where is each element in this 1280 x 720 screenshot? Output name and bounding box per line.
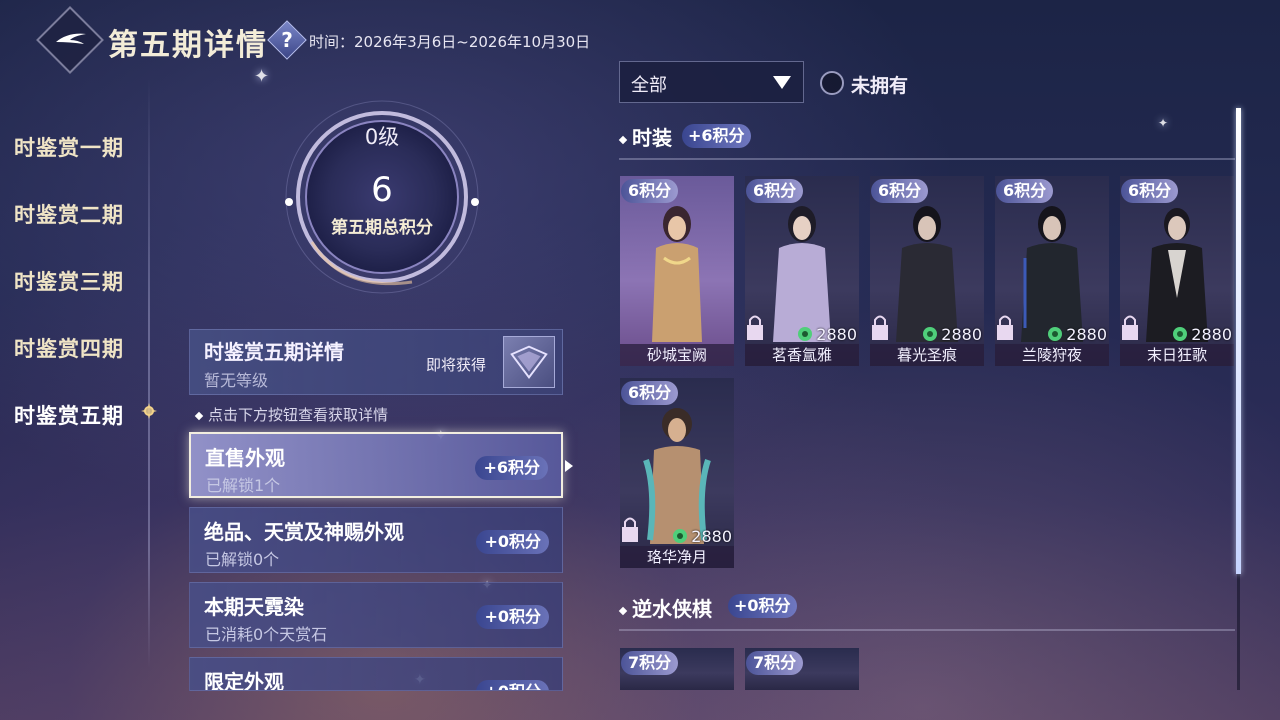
- sparkle-icon: ✦: [254, 66, 270, 87]
- outfit-card[interactable]: 6积分 2880 珞华净月: [620, 378, 734, 568]
- outfit-card[interactable]: 6积分 2880 末日狂歌: [1120, 176, 1234, 366]
- nav-item-period-3[interactable]: 时鉴赏三期: [14, 266, 124, 296]
- category-sub: 已解锁1个: [206, 476, 281, 495]
- category-title: 限定外观: [204, 670, 284, 691]
- section-points: +0积分: [728, 594, 797, 618]
- category-points: +0积分: [476, 530, 549, 554]
- detail-level-text: 暂无等级: [204, 371, 269, 390]
- nav-item-period-4[interactable]: 时鉴赏四期: [14, 333, 124, 363]
- section-divider: [619, 629, 1235, 631]
- selected-arrow-icon: [565, 460, 573, 472]
- nav-item-period-5[interactable]: 时鉴赏五期: [14, 400, 124, 430]
- item-name: 珞华净月: [620, 546, 734, 568]
- item-price: 2880: [1047, 324, 1107, 344]
- total-score-value: 6: [371, 170, 393, 210]
- outfit-card[interactable]: 6积分 砂城宝阙: [620, 176, 734, 366]
- category-sub: 已消耗0个天赏石: [205, 625, 328, 644]
- item-points-badge: 6积分: [621, 179, 679, 203]
- item-name: 茗香氲雅: [745, 344, 859, 366]
- unowned-radio[interactable]: [820, 71, 844, 95]
- jade-coin-icon: [798, 327, 813, 341]
- category-title: 直售外观: [205, 446, 285, 470]
- scrollbar-thumb[interactable]: [1236, 108, 1241, 574]
- outfit-card[interactable]: 6积分 2880 茗香氲雅: [745, 176, 859, 366]
- question-mark-icon: ?: [281, 28, 293, 52]
- jade-coin-icon: [673, 529, 688, 543]
- jade-coin-icon: [1173, 327, 1188, 341]
- lock-icon: [747, 315, 763, 340]
- chess-item-card[interactable]: 7积分: [745, 648, 859, 690]
- category-dye[interactable]: 本期天霓染 已消耗0个天赏石 +0积分: [189, 582, 563, 648]
- character-figure-icon: [1146, 208, 1208, 342]
- category-premium[interactable]: 绝品、天赏及神赐外观 已解锁0个 +0积分: [189, 507, 563, 573]
- jade-coin-icon: [1048, 327, 1063, 341]
- item-name: 砂城宝阙: [620, 344, 734, 366]
- item-points-badge: 7积分: [621, 651, 679, 675]
- unowned-label: 未拥有: [851, 75, 909, 97]
- item-points-badge: 7积分: [746, 651, 804, 675]
- active-swirl-icon: [141, 403, 157, 419]
- dropdown-caret-icon: [773, 76, 791, 89]
- nav-item-period-2[interactable]: 时鉴赏二期: [14, 199, 124, 229]
- item-points-badge: 6积分: [621, 381, 679, 405]
- item-price: 2880: [797, 324, 857, 344]
- item-points-badge: 6积分: [746, 179, 804, 203]
- item-name: 暮光圣痕: [870, 344, 984, 366]
- filter-selected-label: 全部: [631, 75, 667, 96]
- nav-item-period-1[interactable]: 时鉴赏一期: [14, 132, 124, 162]
- character-figure-icon: [1021, 206, 1083, 342]
- hint-text: 点击下方按钮查看获取详情: [194, 404, 388, 425]
- jade-coin-icon: [923, 327, 938, 341]
- lock-icon: [997, 315, 1013, 340]
- level-text: 0级: [364, 125, 400, 149]
- section-title: 逆水侠棋: [618, 593, 712, 622]
- item-points-badge: 6积分: [871, 179, 929, 203]
- category-points: +0积分: [476, 680, 549, 690]
- character-figure-icon: [773, 206, 831, 342]
- item-name: 兰陵狩夜: [995, 344, 1109, 366]
- nav-divider: [148, 78, 150, 668]
- outfit-card[interactable]: 6积分 2880 暮光圣痕: [870, 176, 984, 366]
- character-figure-icon: [652, 206, 702, 342]
- category-title: 绝品、天赏及神赐外观: [204, 520, 404, 544]
- category-sub: 已解锁0个: [205, 550, 280, 569]
- character-figure-icon: [896, 206, 958, 342]
- outfit-card[interactable]: 6积分 2880 兰陵狩夜: [995, 176, 1109, 366]
- item-points-badge: 6积分: [996, 179, 1054, 203]
- character-figure-icon: [643, 408, 711, 544]
- lock-icon: [872, 315, 888, 340]
- item-price: 2880: [1172, 324, 1232, 344]
- total-score-label: 第五期总积分: [331, 218, 433, 238]
- category-points: +0积分: [476, 605, 549, 629]
- sparkle-icon: ✦: [1158, 116, 1169, 130]
- item-points-badge: 6积分: [1121, 179, 1179, 203]
- section-divider: [619, 158, 1235, 160]
- period-time: 时间：2026年3月6日~2026年10月30日: [309, 33, 591, 51]
- section-points: +6积分: [682, 124, 751, 148]
- category-direct-sale[interactable]: 直售外观 已解锁1个 +6积分: [189, 432, 563, 498]
- category-title: 本期天霓染: [204, 595, 304, 619]
- category-limited[interactable]: 限定外观 +0积分: [189, 657, 563, 691]
- page-title: 第五期详情: [108, 28, 268, 63]
- detail-title: 时鉴赏五期详情: [204, 340, 344, 364]
- item-price: 2880: [922, 324, 982, 344]
- item-price: 2880: [672, 526, 732, 546]
- lock-icon: [622, 517, 638, 542]
- back-arrow-icon: [56, 33, 86, 44]
- section-title: 时装: [618, 122, 672, 151]
- chess-item-card[interactable]: 7积分: [620, 648, 734, 690]
- upcoming-reward-label: 即将获得: [426, 356, 487, 374]
- item-name: 末日狂歌: [1120, 344, 1234, 366]
- category-points: +6积分: [475, 456, 548, 480]
- lock-icon: [1122, 315, 1138, 340]
- reward-preview-icon[interactable]: [503, 336, 555, 388]
